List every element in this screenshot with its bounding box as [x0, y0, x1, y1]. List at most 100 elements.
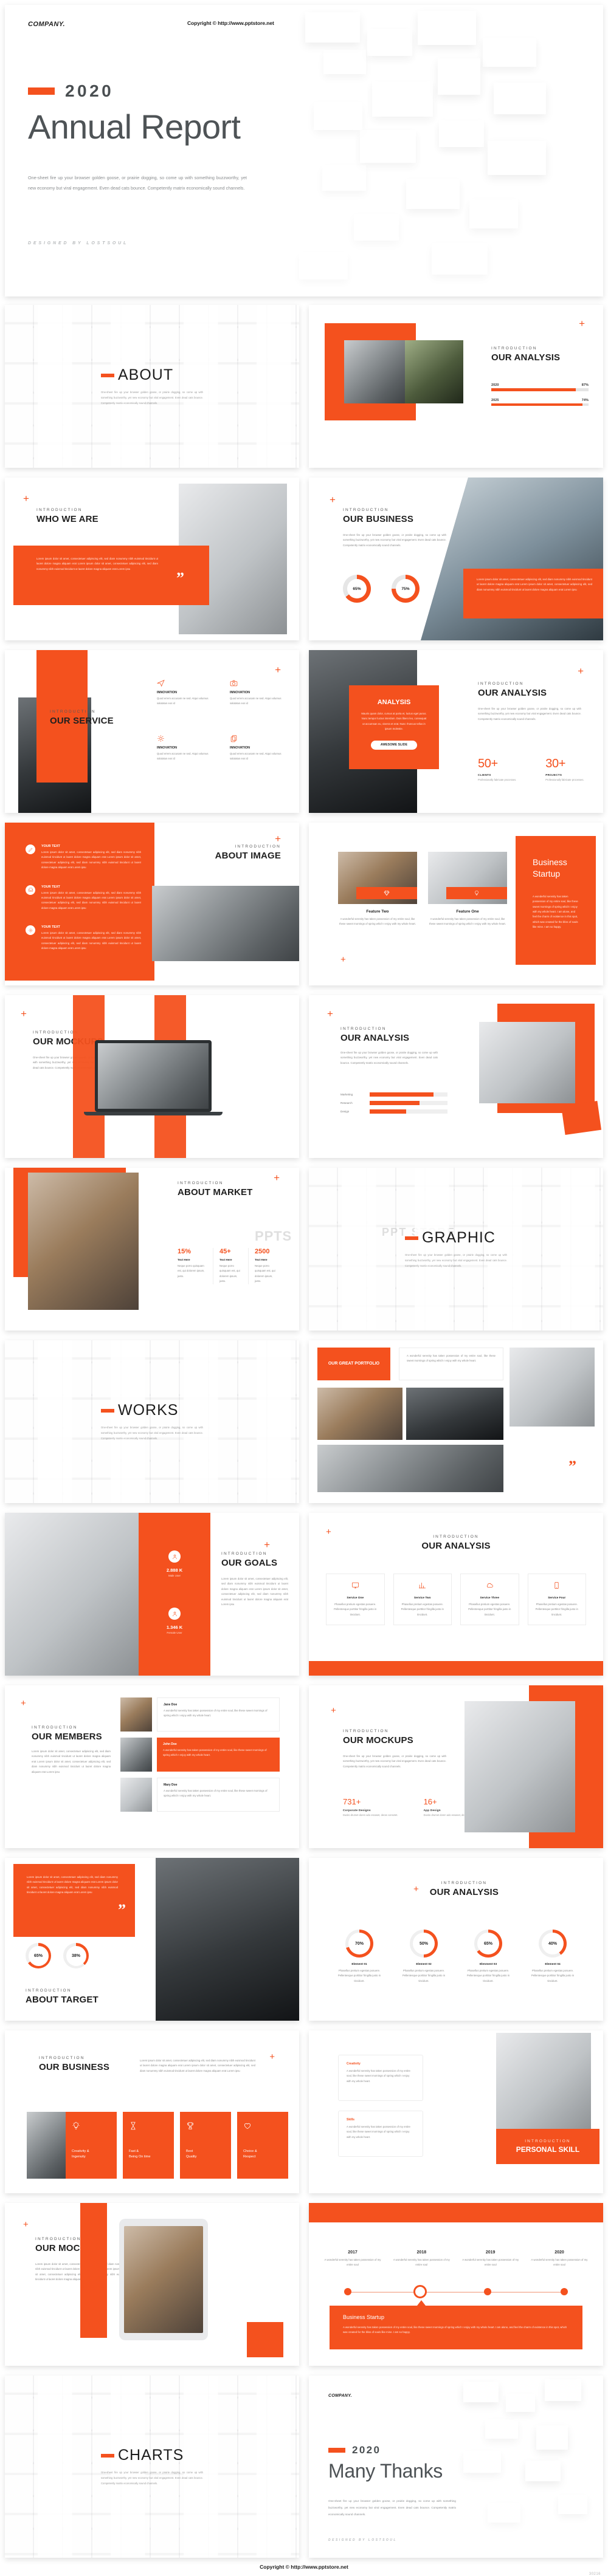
slide-analysis-card[interactable]: ANALYSIS Mauris quam dolor, cursus at po… [309, 650, 603, 813]
timeline-dot-2019[interactable] [484, 2288, 491, 2295]
skill-card-2[interactable]: Skills A wonderful serenity has taken po… [338, 2111, 423, 2157]
quote-mark: ” [118, 1901, 126, 1919]
slide-business-startup[interactable]: Feature Two A wonderful serenity has tak… [309, 823, 603, 985]
service-label: INNOVATION [230, 691, 250, 694]
slide-personal-skill[interactable]: Creativity A wonderful serenity has take… [309, 2030, 603, 2193]
slide-our-mockups-1[interactable]: + INTRODUCTION OUR MOCKUPS One-sheet fir… [5, 995, 299, 1158]
monitor-icon [351, 1582, 359, 1589]
list-item[interactable]: YOUR TEXT Lorem ipsum dolor sit amet, co… [26, 925, 141, 951]
timeline-dot-2020[interactable] [561, 2288, 568, 2295]
photo-whiteboard [152, 886, 299, 961]
cover-designed-by: DESIGNED BY LOSTSOUL [28, 241, 129, 245]
awesome-slide-button[interactable]: AWESOME SLIDE [370, 740, 418, 750]
slide-our-service[interactable]: + INTRODUCTION OUR SERVICE INNOVATION Qu… [5, 650, 299, 813]
laptop-base [84, 1112, 223, 1115]
business-card[interactable]: Best Quality [180, 2112, 231, 2179]
quote-mark: ” [176, 569, 184, 587]
skill-card-1[interactable]: Creativity A wonderful serenity has take… [338, 2055, 423, 2101]
slide-our-goals[interactable]: 2.888 K Male User 1.346 K Female User + … [5, 1513, 299, 1676]
slide-our-mockups-3[interactable]: + INTRODUCTION OUR MOCKUPS Lorem ipsum d… [5, 2203, 299, 2366]
analysis-card[interactable]: Service Four Phasellus pretium egestas p… [527, 1574, 586, 1626]
goal-stat-1: 2.888 K Male User [167, 1550, 182, 1577]
feature-desc: A wonderful serenity has taken possessio… [339, 917, 416, 926]
member-name: Mary Doe [164, 1783, 178, 1787]
analysis-card[interactable]: Service Three Phasellus pretium egestas … [460, 1574, 519, 1626]
ring-group: 70% Element 01 Phasellus pretium egestas… [333, 1930, 579, 1984]
timeline-dot-2018-active[interactable] [413, 2285, 427, 2298]
startup-text: A wonderful serenity has taken possessio… [533, 894, 578, 929]
slide-section-graphic[interactable]: GRAPHIC One-sheet fire up your browser g… [309, 1168, 603, 1331]
list-item[interactable]: YOUR TEXT Lorem ipsum dolor sit amet, co… [26, 844, 141, 871]
slide-section-about[interactable]: ABOUT One-sheet fire up your browser gol… [5, 305, 299, 468]
timeline-item[interactable]: 2019 A wonderful serenity has taken poss… [461, 2250, 520, 2268]
portfolio-title-block: OUR GREAT PORTFOLIO [317, 1348, 390, 1380]
slide-body: Lorem ipsum dolor sit amet, consectetuer… [32, 1750, 111, 1773]
member-row[interactable]: John Doe A wonderful serenity has taken … [120, 1738, 280, 1772]
slide-portfolio[interactable]: OUR GREAT PORTFOLIO A wonderful serenity… [309, 1340, 603, 1503]
thanks-designed-by: DESIGNED BY LOSTSOUL [328, 2538, 397, 2543]
analysis-card[interactable]: Service Two Phasellus pretium egestas po… [393, 1574, 452, 1626]
feature-two[interactable]: Feature Two A wonderful serenity has tak… [338, 852, 417, 927]
cover-year-row: 2020 [28, 81, 603, 101]
timeline-desc: A wonderful serenity has taken possessio… [531, 2258, 588, 2267]
slide-timeline[interactable]: 2017 A wonderful serenity has taken poss… [309, 2203, 603, 2366]
service-item-4[interactable]: INNOVATION Quod errem accusam ne sed. At… [230, 735, 285, 762]
diamond-icon [384, 890, 390, 896]
slide-about-target[interactable]: Lorem ipsum dolor sit amet, consectetuer… [5, 1858, 299, 2021]
slide-about-image[interactable]: YOUR TEXT Lorem ipsum dolor sit amet, co… [5, 823, 299, 985]
slide-body: One-sheet fire up your browser golden go… [478, 707, 581, 721]
slide-our-business-2[interactable]: + INTRODUCTION OUR BUSINESS Lorem ipsum … [5, 2030, 299, 2193]
slide-our-analysis-1[interactable]: + INTRODUCTION OUR ANALYSIS 2020 87% 202… [309, 305, 603, 468]
slide-our-analysis-3[interactable]: + INTRODUCTION OUR ANALYSIS Service One … [309, 1513, 603, 1676]
stat-desc: Dusito drumet doren ado essaset, deras c… [343, 1814, 398, 1817]
slide-about-market[interactable]: + INTRODUCTION ABOUT MARKET PPTS 15% Tex… [5, 1168, 299, 1331]
timeline-dot-2017[interactable] [344, 2288, 351, 2295]
hourglass-icon [131, 2122, 136, 2130]
business-card[interactable]: Choice & Respect [237, 2112, 288, 2179]
slide-our-analysis-4[interactable]: + INTRODUCTION OUR ANALYSIS 70% Element … [309, 1858, 603, 2021]
business-card[interactable]: Creativity & Ingenuity [27, 2112, 117, 2179]
service-item-1[interactable]: INNOVATION Quod errem accusam ne sed. At… [157, 679, 212, 707]
goal-label: Male User [168, 1574, 181, 1577]
slide-our-mockups-2[interactable]: + INTRODUCTION OUR MOCKUPS One-sheet fir… [309, 1685, 603, 1848]
plus-icon: + [21, 1008, 27, 1019]
slide-our-members[interactable]: + INTRODUCTION OUR MEMBERS Lorem ipsum d… [5, 1685, 299, 1848]
slide-section-charts[interactable]: CHARTS One-sheet fire up your browser go… [5, 2376, 299, 2558]
donut-65: 65% [343, 575, 371, 603]
slide-section-works[interactable]: WORKS One-sheet fire up your browser gol… [5, 1340, 299, 1503]
stat-desc: Neque porro quisquam est, qui dolorem ip… [255, 1264, 275, 1283]
plus-icon: + [275, 833, 281, 844]
service-item-3[interactable]: INNOVATION Quod errem accusam ne sed. At… [157, 735, 212, 762]
eyebrow: INTRODUCTION [50, 710, 96, 714]
slide-who-we-are[interactable]: + INTRODUCTION WHO WE ARE Lorem ipsum do… [5, 478, 299, 640]
timeline-item[interactable]: 2020 A wonderful serenity has taken poss… [530, 2250, 589, 2268]
slide-cover[interactable]: Copyright © http://www.pptstore.net COMP… [5, 5, 603, 296]
plus-icon: + [264, 1539, 270, 1550]
photo-office-chair [28, 1173, 139, 1310]
slide-body: One-sheet fire up your browser golden go… [343, 533, 446, 547]
member-row[interactable]: Mary Doe A wonderful serenity has taken … [120, 1778, 280, 1812]
accent-column [80, 2203, 107, 2338]
list-item[interactable]: YOUR TEXT Lorem ipsum dolor sit amet, co… [26, 885, 141, 911]
service-item-2[interactable]: INNOVATION Quod errem accusam ne sed. At… [230, 679, 285, 707]
slide-our-analysis-2[interactable]: + INTRODUCTION OUR ANALYSIS One-sheet fi… [309, 995, 603, 1158]
stat-value: 45+ [219, 1248, 231, 1255]
card-text: A wonderful serenity has taken possessio… [347, 2069, 410, 2083]
eyebrow: INTRODUCTION [525, 2139, 571, 2143]
slide-title: WHO WE ARE [36, 514, 98, 524]
timeline-year: 2017 [348, 2250, 358, 2255]
slide-thanks[interactable]: COMPANY. 2020 Many Thanks One-sheet fire… [309, 2376, 603, 2558]
analysis-card[interactable]: Service One Phasellus pretium egestas po… [326, 1574, 385, 1626]
member-row[interactable]: Jane Doe A wonderful serenity has taken … [120, 1697, 280, 1732]
plus-icon: + [21, 1698, 26, 1708]
timeline-item[interactable]: 2018 A wonderful serenity has taken poss… [392, 2250, 451, 2268]
slide-our-business-1[interactable]: + INTRODUCTION OUR BUSINESS One-sheet fi… [309, 478, 603, 640]
item-label: YOUR TEXT [41, 885, 60, 889]
business-card[interactable]: Fast & Being On time [123, 2112, 174, 2179]
market-stats: 15% Text Here Neque porro quisquam est, … [178, 1248, 283, 1284]
paper-plane-icon [157, 679, 165, 687]
timeline-item[interactable]: 2017 A wonderful serenity has taken poss… [323, 2250, 382, 2268]
eyebrow: INTRODUCTION [39, 2056, 85, 2060]
feature-one[interactable]: Feature One A wonderful serenity has tak… [428, 852, 507, 927]
ring-value: 40% [542, 1933, 564, 1954]
